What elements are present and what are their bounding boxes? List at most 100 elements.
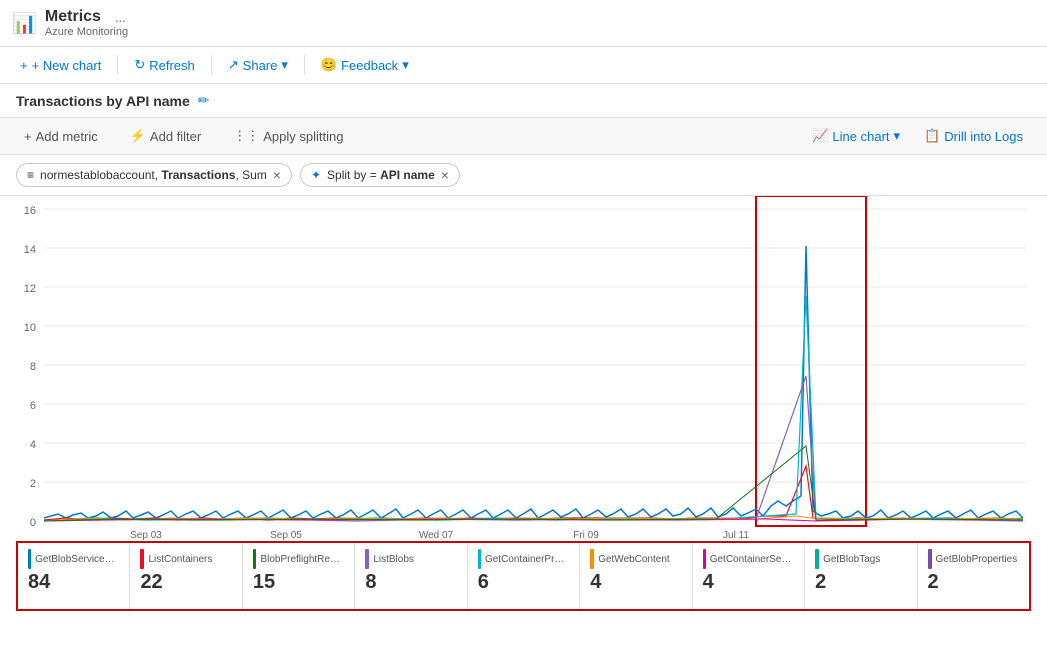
legend-name: GetWebContent bbox=[598, 554, 670, 565]
feedback-icon: 😊 bbox=[321, 57, 337, 73]
svg-text:0: 0 bbox=[30, 517, 36, 529]
legend-color-row: BlobPreflightRequest bbox=[253, 549, 344, 569]
svg-text:8: 8 bbox=[30, 361, 36, 373]
line-chart-button[interactable]: 📈 Line chart ▾ bbox=[804, 124, 908, 148]
svg-text:14: 14 bbox=[24, 244, 36, 256]
line-chart-icon: 📈 bbox=[812, 128, 828, 144]
legend-color-bar bbox=[478, 549, 481, 569]
drill-into-logs-button[interactable]: 📋 Drill into Logs bbox=[916, 124, 1031, 148]
legend-color-bar bbox=[140, 549, 144, 569]
feedback-button[interactable]: 😊 Feedback ▾ bbox=[313, 53, 417, 77]
toolbar-separator-2 bbox=[211, 55, 212, 75]
app-title: Metrics bbox=[45, 8, 101, 26]
legend-value: 2 bbox=[815, 571, 906, 594]
chart-title: Transactions by API name bbox=[16, 93, 190, 109]
toolbar-separator-1 bbox=[117, 55, 118, 75]
more-options-button[interactable]: ... bbox=[115, 10, 126, 25]
add-filter-button[interactable]: ⚡ Add filter bbox=[122, 124, 210, 148]
split-icon: ⋮⋮ bbox=[233, 128, 259, 144]
legend-color-bar bbox=[365, 549, 369, 569]
refresh-button[interactable]: ↻ Refresh bbox=[126, 53, 202, 77]
legend-name: ListBlobs bbox=[373, 554, 414, 565]
add-filter-label: Add filter bbox=[150, 129, 201, 144]
line-chart-label: Line chart bbox=[832, 129, 889, 144]
drill-icon: 📋 bbox=[924, 128, 940, 144]
line-chart-svg: 0 2 4 6 8 10 12 14 16 Sep 03 Sep 05 Wed … bbox=[16, 196, 1031, 541]
legend-color-row: GetContainerServiceM... bbox=[703, 549, 794, 569]
add-metric-icon: + bbox=[24, 129, 32, 144]
legend-item: GetContainerServiceM... 4 bbox=[693, 543, 805, 609]
svg-text:12: 12 bbox=[24, 283, 36, 295]
share-chevron-icon: ▾ bbox=[281, 57, 288, 73]
legend-color-row: ListBlobs bbox=[365, 549, 456, 569]
filter-icon: ⚡ bbox=[130, 128, 146, 144]
legend-color-row: GetBlobProperties bbox=[928, 549, 1019, 569]
legend-item: GetBlobTags 2 bbox=[805, 543, 917, 609]
svg-text:Jul 11: Jul 11 bbox=[723, 530, 749, 541]
chart-options-bar: + Add metric ⚡ Add filter ⋮⋮ Apply split… bbox=[0, 118, 1047, 155]
legend-name: GetBlobTags bbox=[823, 554, 880, 565]
metric-tag-text: normestablobaccount, Transactions, Sum bbox=[40, 168, 267, 182]
svg-text:10: 10 bbox=[24, 322, 36, 334]
feedback-chevron-icon: ▾ bbox=[402, 57, 409, 73]
legend-name: GetBlobServiceProper... bbox=[35, 554, 119, 565]
legend-item: BlobPreflightRequest 15 bbox=[243, 543, 355, 609]
add-metric-label: Add metric bbox=[36, 129, 98, 144]
split-tag-close[interactable]: × bbox=[441, 168, 449, 182]
new-chart-button[interactable]: + + New chart bbox=[12, 54, 109, 77]
add-metric-button[interactable]: + Add metric bbox=[16, 125, 106, 148]
legend-color-row: GetWebContent bbox=[590, 549, 681, 569]
legend-item: ListContainers 22 bbox=[130, 543, 242, 609]
metric-tag-close[interactable]: × bbox=[273, 168, 281, 182]
metric-tag-icon: ≡ bbox=[27, 168, 34, 182]
legend-color-bar bbox=[928, 549, 932, 569]
svg-text:4: 4 bbox=[30, 439, 36, 451]
legend-name: GetContainerProperties bbox=[485, 554, 569, 565]
new-chart-label: + New chart bbox=[32, 58, 102, 73]
legend-value: 8 bbox=[365, 571, 456, 594]
split-tag: ✦ Split by = API name × bbox=[300, 163, 460, 187]
legend-color-row: GetContainerProperties bbox=[478, 549, 569, 569]
legend-color-row: GetBlobTags bbox=[815, 549, 906, 569]
legend-color-row: ListContainers bbox=[140, 549, 231, 569]
apply-splitting-button[interactable]: ⋮⋮ Apply splitting bbox=[225, 124, 351, 148]
legend-item: GetWebContent 4 bbox=[580, 543, 692, 609]
legend-name: BlobPreflightRequest bbox=[260, 554, 344, 565]
chart-title-bar: Transactions by API name ✏ bbox=[0, 84, 1047, 118]
tags-bar: ≡ normestablobaccount, Transactions, Sum… bbox=[0, 155, 1047, 196]
app-subtitle: Azure Monitoring bbox=[45, 26, 128, 38]
svg-text:Sep 05: Sep 05 bbox=[270, 530, 302, 541]
legend-value: 15 bbox=[253, 571, 344, 594]
svg-text:2: 2 bbox=[30, 478, 36, 490]
app-header: 📊 Metrics ... Azure Monitoring bbox=[0, 0, 1047, 47]
svg-text:16: 16 bbox=[24, 205, 36, 217]
edit-title-icon[interactable]: ✏ bbox=[198, 92, 210, 109]
share-button[interactable]: ↗ Share ▾ bbox=[220, 53, 296, 77]
legend-value: 4 bbox=[590, 571, 681, 594]
header-title-group: Metrics ... Azure Monitoring bbox=[45, 8, 128, 38]
legend-color-bar bbox=[590, 549, 594, 569]
legend-color-row: GetBlobServiceProper... bbox=[28, 549, 119, 569]
legend-item: ListBlobs 8 bbox=[355, 543, 467, 609]
metric-tag: ≡ normestablobaccount, Transactions, Sum… bbox=[16, 163, 292, 187]
drill-label: Drill into Logs bbox=[944, 129, 1023, 144]
legend-color-bar bbox=[815, 549, 819, 569]
legend-item: GetContainerProperties 6 bbox=[468, 543, 580, 609]
legend-value: 4 bbox=[703, 571, 794, 594]
main-toolbar: + + New chart ↻ Refresh ↗ Share ▾ 😊 Feed… bbox=[0, 47, 1047, 84]
legend-item: GetBlobServiceProper... 84 bbox=[18, 543, 130, 609]
svg-text:6: 6 bbox=[30, 400, 36, 412]
legend-color-bar bbox=[703, 549, 706, 569]
refresh-icon: ↻ bbox=[134, 57, 145, 73]
svg-text:Wed 07: Wed 07 bbox=[419, 530, 454, 541]
share-icon: ↗ bbox=[228, 57, 239, 73]
new-chart-icon: + bbox=[20, 58, 28, 73]
feedback-label: Feedback bbox=[341, 58, 398, 73]
app-icon: 📊 bbox=[12, 11, 37, 36]
apply-splitting-label: Apply splitting bbox=[263, 129, 343, 144]
split-tag-text: Split by = API name bbox=[327, 168, 435, 182]
chart-area: 0 2 4 6 8 10 12 14 16 Sep 03 Sep 05 Wed … bbox=[0, 196, 1047, 541]
line-chart-chevron-icon: ▾ bbox=[894, 128, 901, 144]
split-tag-icon: ✦ bbox=[311, 168, 321, 182]
legend-item: GetBlobProperties 2 bbox=[918, 543, 1029, 609]
